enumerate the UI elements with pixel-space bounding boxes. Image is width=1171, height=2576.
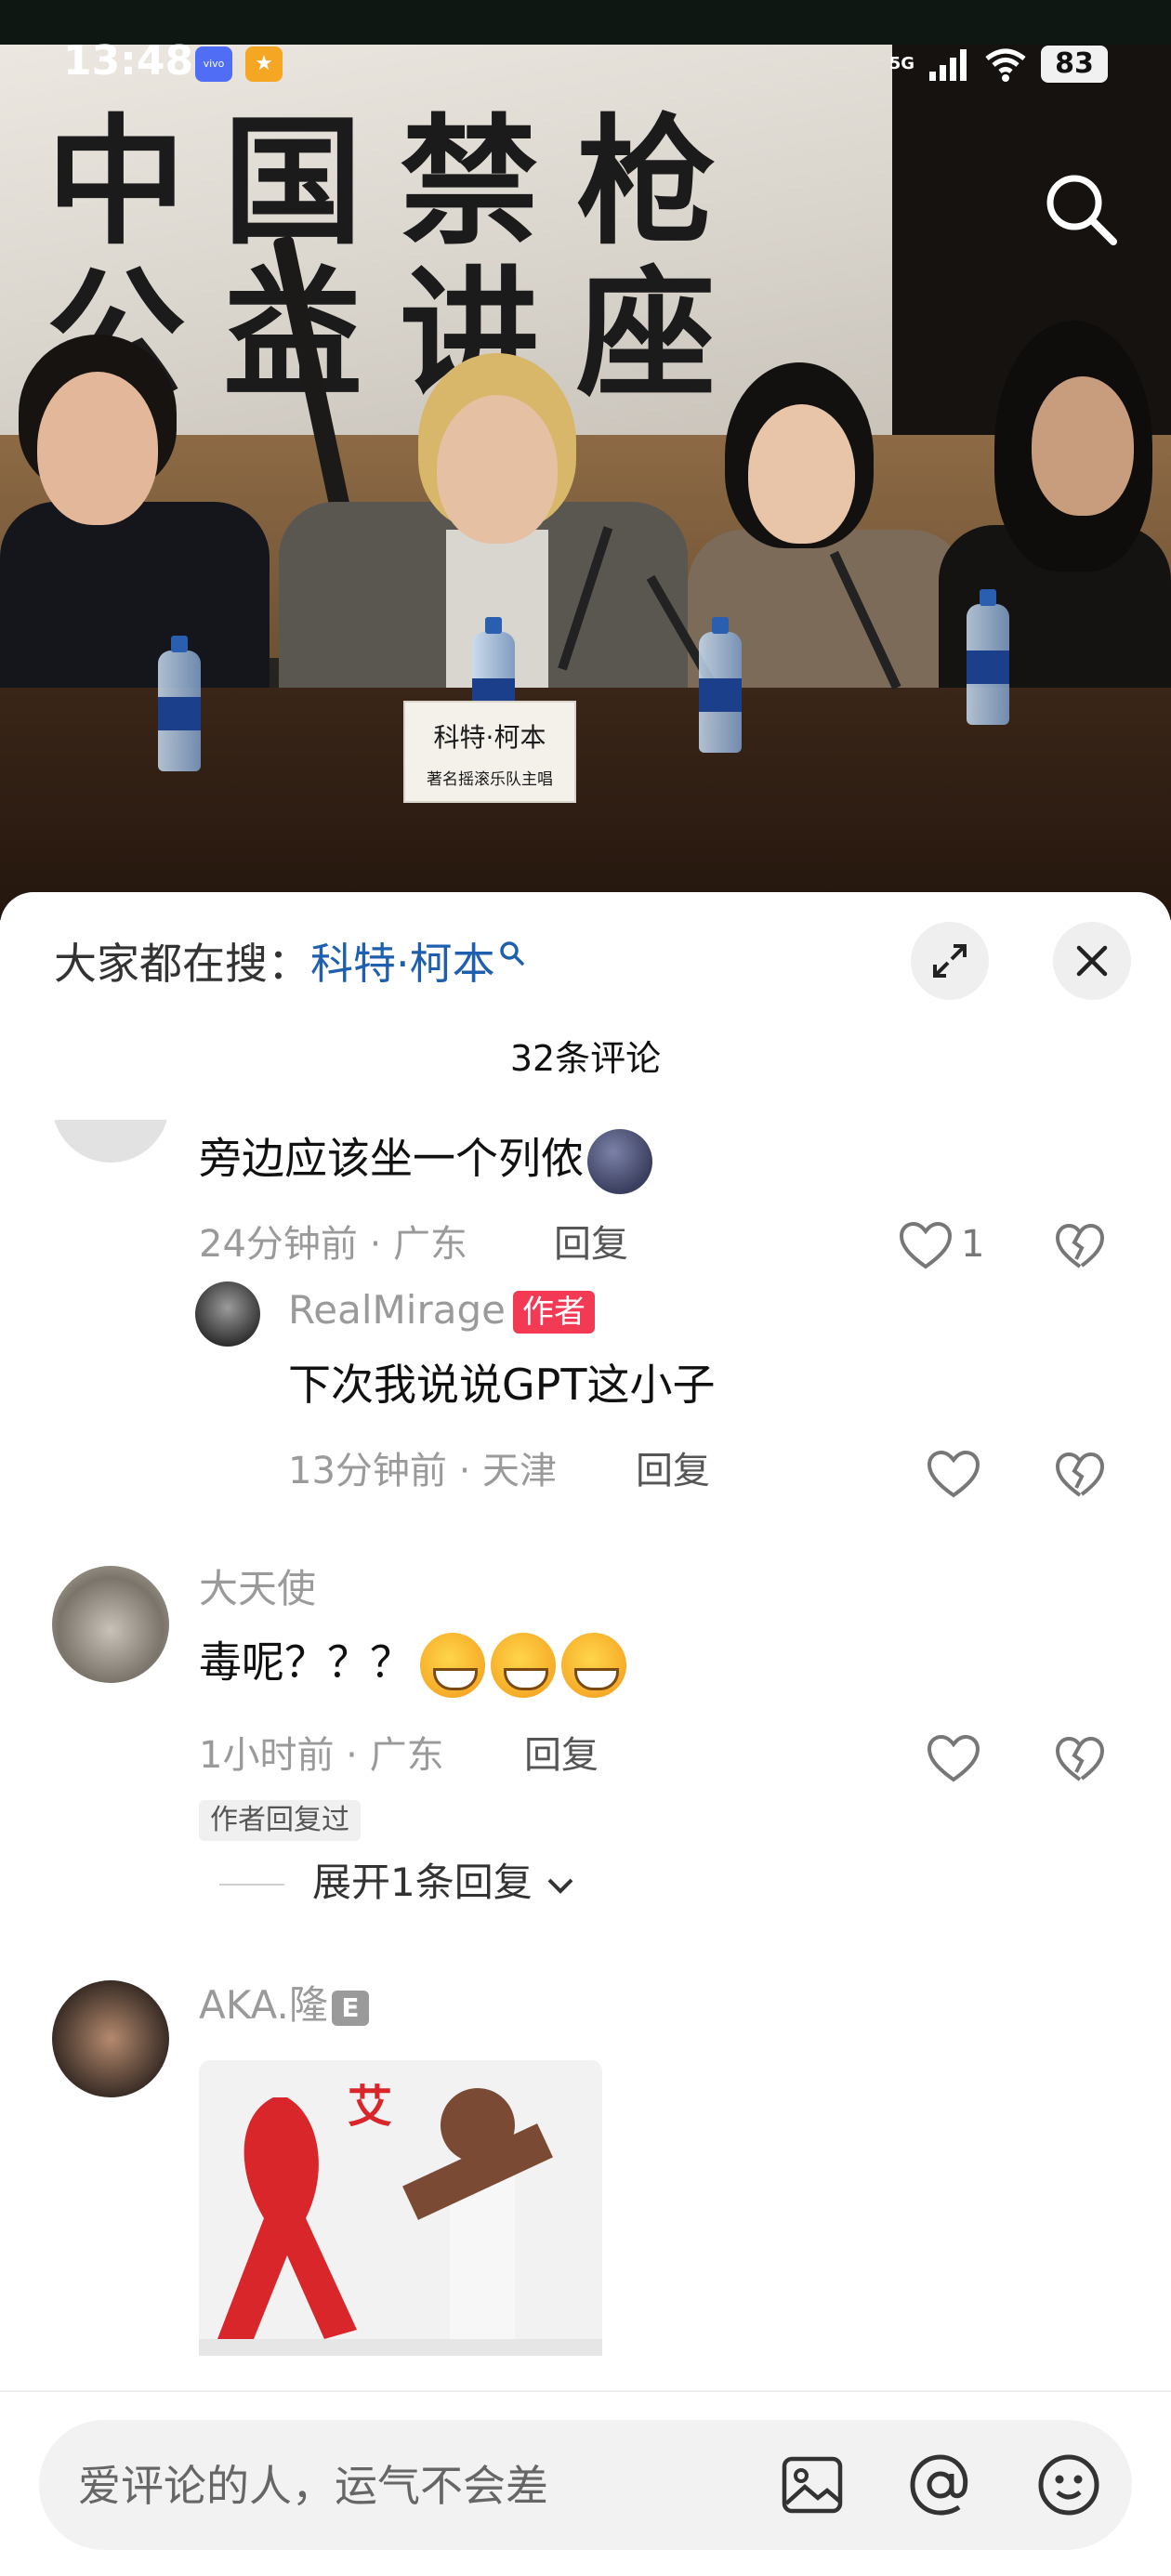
- heart-icon[interactable]: [898, 1220, 954, 1272]
- image-text: 艾: [348, 2081, 393, 2133]
- emoji-icon: [1038, 2454, 1099, 2516]
- chevron-down-icon: [547, 1878, 573, 1894]
- reply-username[interactable]: RealMirage: [288, 1287, 506, 1334]
- close-button[interactable]: [1053, 922, 1131, 1000]
- reply-button[interactable]: 回复: [524, 1733, 599, 1778]
- avatar[interactable]: [52, 1120, 169, 1163]
- reply-avatar[interactable]: [195, 1281, 260, 1347]
- water-bottle: [699, 617, 742, 753]
- at-icon: [910, 2454, 968, 2516]
- like-count: 1: [961, 1223, 985, 1266]
- comment-image[interactable]: 艾: [199, 2060, 602, 2356]
- nameplate: 科特·柯本 著名摇滚乐队主唱: [403, 701, 576, 803]
- app-notification-icon: vivo: [195, 46, 232, 82]
- hot-search[interactable]: 大家都在搜：科特·柯本: [54, 939, 525, 990]
- signal-icon: [929, 49, 967, 81]
- comment-username[interactable]: 大天使: [199, 1566, 316, 1612]
- emoji-button[interactable]: [1030, 2446, 1108, 2524]
- image-icon: [782, 2456, 843, 2514]
- water-bottle: [967, 589, 1009, 725]
- image-button[interactable]: [773, 2446, 851, 2524]
- comment-count: 32条评论: [509, 1038, 662, 1079]
- expand-replies-label: 展开1条回复: [312, 1860, 533, 1905]
- battery-indicator: 83: [1041, 46, 1108, 83]
- wifi-icon: [985, 48, 1026, 82]
- comment-input[interactable]: 爱评论的人，运气不会差: [39, 2420, 1132, 2550]
- reply-time: 13分钟前 · 天津: [288, 1450, 558, 1492]
- reply-button[interactable]: 回复: [636, 1449, 710, 1493]
- level-badge: E: [331, 1990, 369, 2026]
- hot-search-prefix: 大家都在搜：: [54, 939, 310, 989]
- comment-time: 24分钟前 · 广东: [199, 1223, 468, 1266]
- post-photo[interactable]: 中国禁枪 公益讲座 科特·柯本 著名摇滚乐队主唱 13:48 vivo ★ 5G: [0, 0, 1171, 920]
- broken-heart-icon[interactable]: [1054, 1222, 1106, 1272]
- comment-sheet: 大家都在搜：科特·柯本 32条评论 旁边应该坐一个列侬 24分钟前 · 广东 回…: [0, 892, 1171, 2576]
- status-time: 13:48: [63, 37, 194, 85]
- expand-replies-button[interactable]: 展开1条回复: [312, 1860, 576, 1906]
- heart-icon[interactable]: [926, 1733, 981, 1785]
- close-icon: [1076, 945, 1108, 977]
- avatar[interactable]: [52, 1980, 169, 2097]
- nameplate-subtitle: 著名摇滚乐队主唱: [427, 770, 553, 789]
- comment-input-placeholder: 爱评论的人，运气不会差: [78, 2461, 548, 2511]
- expand-button[interactable]: [911, 922, 989, 1000]
- mention-button[interactable]: [901, 2446, 980, 2524]
- comment-list[interactable]: 旁边应该坐一个列侬 24分钟前 · 广东 回复 1 RealMirage 作者 …: [0, 1120, 1171, 2356]
- reply-text: 下次我说说GPT这小子: [288, 1360, 716, 1410]
- heart-icon[interactable]: [926, 1449, 981, 1501]
- search-icon: [499, 941, 524, 966]
- hot-search-keyword[interactable]: 科特·柯本: [310, 939, 495, 989]
- moon-emoji-icon: [587, 1129, 652, 1194]
- grin-sweat-emoji-icon: [491, 1633, 556, 1698]
- author-replied-tag: 作者回复过: [199, 1800, 361, 1841]
- banner-line-1: 中国禁枪: [46, 102, 754, 264]
- water-bottle: [158, 636, 201, 771]
- comment-username[interactable]: AKA.隆 E: [199, 1982, 369, 2029]
- comment-text: 毒呢？？？: [199, 1633, 632, 1698]
- comment-time: 1小时前 · 广东: [199, 1734, 444, 1777]
- author-tag: 作者: [513, 1291, 595, 1334]
- reply-button[interactable]: 回复: [554, 1222, 628, 1267]
- avatar[interactable]: [52, 1566, 169, 1683]
- search-button[interactable]: [1039, 167, 1123, 251]
- expand-icon: [933, 944, 967, 978]
- network-label: 5G: [888, 54, 914, 73]
- red-ribbon-icon: [199, 2060, 602, 2356]
- nameplate-name: 科特·柯本: [433, 722, 546, 753]
- comment-text: 旁边应该坐一个列侬: [199, 1129, 658, 1194]
- app-notification-icon: ★: [245, 46, 283, 82]
- broken-heart-icon[interactable]: [1054, 1451, 1106, 1501]
- broken-heart-icon[interactable]: [1054, 1735, 1106, 1785]
- comment-input-bar: 爱评论的人，运气不会差: [0, 2390, 1171, 2576]
- grin-sweat-emoji-icon: [420, 1633, 485, 1698]
- search-icon: [1046, 175, 1117, 245]
- status-right: 5G 83: [889, 43, 1108, 85]
- divider: [219, 1884, 284, 1886]
- grin-sweat-emoji-icon: [561, 1633, 626, 1698]
